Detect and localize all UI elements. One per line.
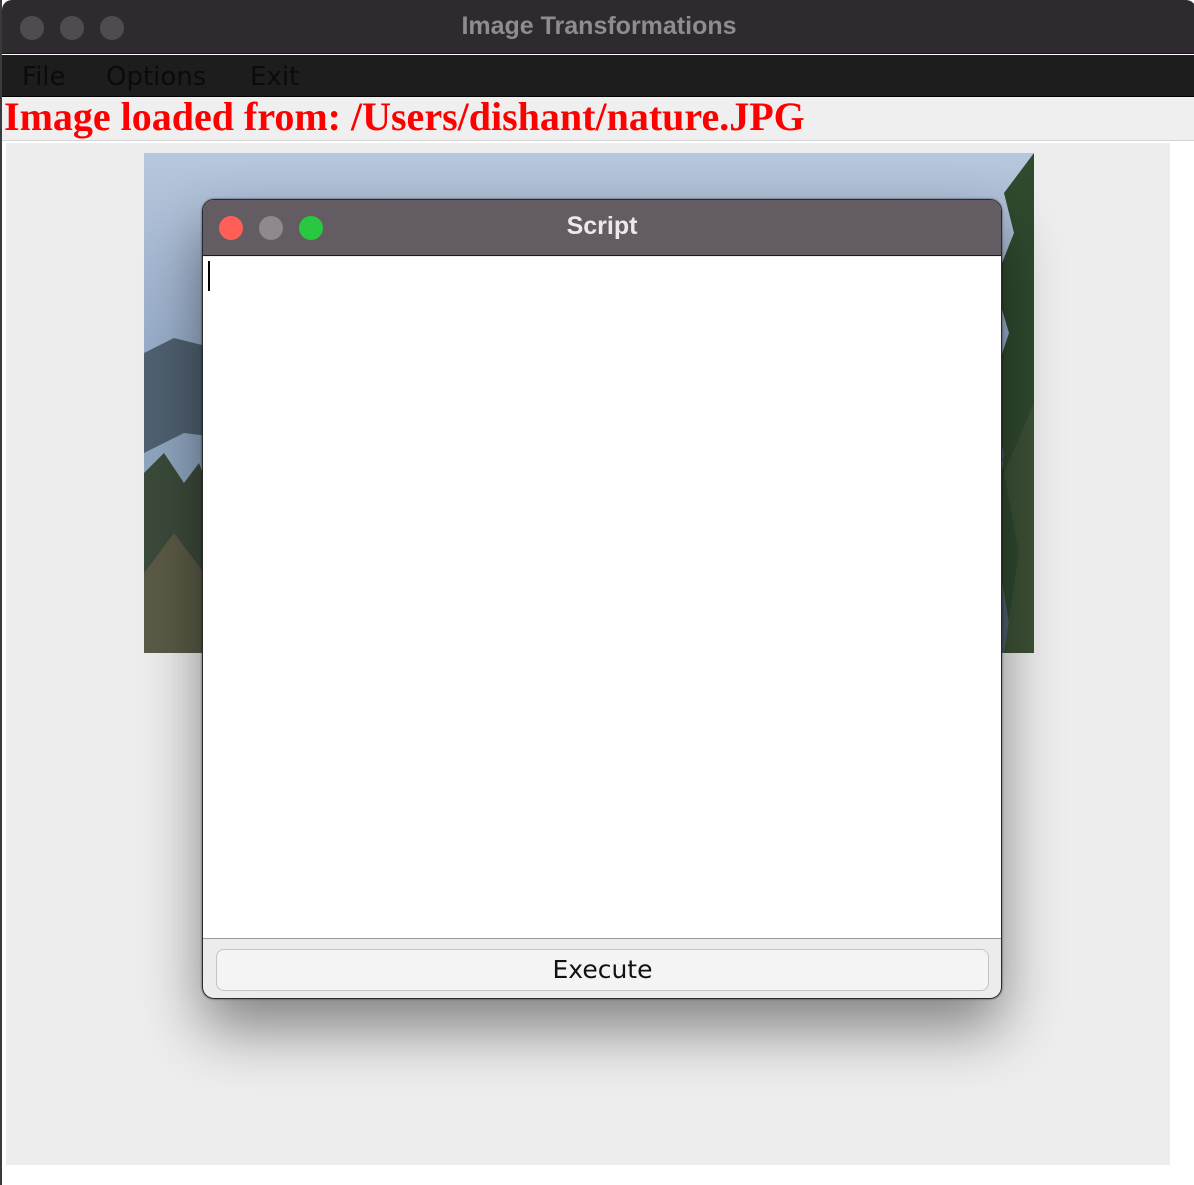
script-dialog: Script Execute <box>202 199 1002 999</box>
text-caret <box>208 261 210 291</box>
window-title: Image Transformations <box>461 12 737 40</box>
status-bar: Image loaded from: /Users/dishant/nature… <box>2 94 1194 141</box>
menu-file[interactable]: File <box>16 55 72 97</box>
dialog-titlebar[interactable]: Script <box>203 200 1001 256</box>
scroll-gutter <box>1170 141 1194 1185</box>
menu-bar: File Options Exit <box>2 55 1194 97</box>
script-textarea[interactable] <box>203 257 1001 938</box>
menu-exit[interactable]: Exit <box>244 55 305 97</box>
divider <box>203 938 1001 939</box>
bottom-gutter <box>2 1165 1194 1185</box>
main-titlebar[interactable]: Image Transformations <box>2 0 1194 54</box>
execute-button[interactable]: Execute <box>216 949 989 991</box>
image-path-label: Image loaded from: /Users/dishant/nature… <box>4 94 805 139</box>
menu-options[interactable]: Options <box>100 55 212 97</box>
dialog-title: Script <box>566 212 638 240</box>
